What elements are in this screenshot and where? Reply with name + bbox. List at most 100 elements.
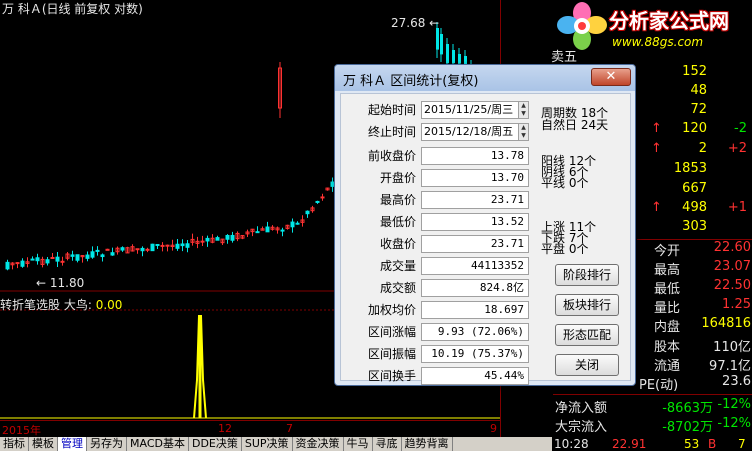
field-label: 开盘价	[379, 171, 416, 185]
tick-side: B	[708, 437, 717, 451]
spin-icon[interactable]: ▲ ▼	[518, 102, 528, 118]
candle-body	[215, 237, 220, 241]
stat-value: 164816	[701, 316, 751, 331]
flat-count: 平盘 0个	[541, 242, 589, 256]
field-label: 成交额	[379, 281, 416, 295]
field-label: 最高价	[379, 193, 416, 207]
candle-body	[185, 243, 190, 248]
stat-label: 今开	[654, 244, 681, 259]
field-value: 13.78	[421, 147, 529, 165]
tab-dde[interactable]: DDE决策	[189, 437, 242, 451]
tab-macd[interactable]: MACD基本	[127, 437, 189, 451]
site-logo: 分析家公式网 www.88gs.com	[552, 0, 752, 52]
tab-manage[interactable]: 管理	[58, 437, 87, 451]
candle-body	[265, 226, 270, 233]
field-label: 前收盘价	[367, 149, 416, 163]
axis-label-day-9: 9	[490, 422, 497, 435]
stat-value: 22.60	[713, 240, 751, 255]
field-value: 23.71	[421, 191, 529, 209]
orderbook-volume: 1853	[673, 161, 707, 176]
candle-body	[155, 243, 160, 246]
candle-body	[452, 50, 455, 64]
axis-label-day-7: 7	[286, 422, 293, 435]
candle-body	[290, 221, 295, 228]
tab-fund[interactable]: 资金决策	[293, 437, 344, 451]
candle-body	[85, 254, 90, 259]
flow-pct: -12%	[717, 397, 751, 412]
flow-label: 净流入额	[555, 401, 608, 416]
tick-volume: 53	[684, 437, 700, 451]
candle-body	[440, 34, 443, 55]
tab-indicator[interactable]: 指标	[0, 437, 29, 451]
end-date-picker[interactable]: 2015/12/18/周五 ▲ ▼	[421, 123, 529, 141]
start-date-picker[interactable]: 2015/11/25/周三 ▲ ▼	[421, 101, 529, 119]
candle-body	[45, 259, 50, 264]
indicator-name: 转折笔选股 大鸟:	[0, 298, 92, 312]
close-icon[interactable]: ✕	[591, 68, 631, 86]
time-axis: 2015年 12 7 9	[0, 420, 500, 437]
tab-save-as[interactable]: 另存为	[87, 437, 127, 451]
candle-body	[315, 200, 320, 203]
orderbook-volume: 667	[682, 181, 707, 196]
axis-label-year: 2015年	[2, 424, 41, 437]
end-date-value: 2015/12/18/周五	[424, 125, 514, 138]
candle-body	[90, 251, 95, 258]
candle-body	[180, 243, 185, 247]
candle-body	[100, 254, 105, 258]
pattern-match-button[interactable]: 形态匹配	[555, 324, 619, 346]
dialog-titlebar[interactable]: 万 科Ａ 区间统计(复权) ✕	[335, 65, 635, 91]
stat-value: 97.1亿	[709, 359, 751, 374]
candle-body	[135, 248, 140, 251]
candle-body	[55, 256, 60, 262]
field-label: 区间振幅	[367, 347, 416, 361]
candle-body	[205, 237, 210, 242]
field-value: 18.697	[421, 301, 529, 319]
flow-row: 净流入额 -8663万 -12%	[501, 397, 752, 416]
field-value: 13.70	[421, 169, 529, 187]
sector-rank-button[interactable]: 板块排行	[555, 294, 619, 316]
orderbook-volume: 120	[682, 121, 707, 136]
candle-body	[150, 243, 155, 252]
dialog-body: 起始时间 2015/11/25/周三 ▲ ▼ 终止时间 2015/12/18/周五 ▲…	[340, 93, 631, 385]
tab-sup[interactable]: SUP决策	[242, 437, 293, 451]
stat-value: 22.50	[713, 278, 751, 293]
flow-value: -8663万	[662, 401, 713, 416]
end-time-label: 终止时间	[367, 125, 416, 139]
field-label: 最低价	[379, 215, 416, 229]
tab-trend-divergence[interactable]: 趋势背离	[402, 437, 453, 451]
logo-url[interactable]: www.88gs.com	[612, 35, 703, 49]
stat-label: 量比	[654, 301, 681, 316]
field-value: 44113352	[421, 257, 529, 275]
stage-rank-button[interactable]: 阶段排行	[555, 264, 619, 286]
candle-body	[75, 254, 80, 261]
natural-days: 自然日 24天	[541, 118, 609, 132]
dialog-title: 万 科Ａ 区间统计(复权)	[343, 74, 479, 89]
stat-label: 最低	[654, 282, 681, 297]
flow-label: 大宗流入	[555, 420, 608, 435]
candle-body	[305, 210, 310, 215]
tick-extra: 7	[738, 437, 746, 451]
candle-body	[280, 229, 285, 232]
start-time-label: 起始时间	[367, 103, 416, 117]
logo-title: 分析家公式网	[609, 9, 729, 33]
flower-logo-icon	[557, 2, 607, 50]
stat-value: 23.07	[713, 259, 751, 274]
field-label: 收盘价	[379, 237, 416, 251]
orderbook-volume: 72	[690, 102, 707, 117]
candle-body	[320, 196, 325, 199]
spin-icon[interactable]: ▲ ▼	[518, 124, 528, 140]
indicator-title: 转折笔选股 大鸟: 0.00	[0, 296, 122, 313]
candle-body	[200, 240, 205, 243]
stat-value: 1.25	[722, 297, 751, 312]
field-value: 45.44%	[421, 367, 529, 385]
tab-niuma[interactable]: 牛马	[344, 437, 373, 451]
stat-label: PE(动)	[639, 378, 679, 393]
close-button[interactable]: 关闭	[555, 354, 619, 376]
tab-bottom[interactable]: 寻底	[373, 437, 402, 451]
candle-body	[255, 231, 260, 234]
candle-body	[295, 222, 300, 225]
stat-label: 流通	[654, 359, 681, 374]
tab-template[interactable]: 模板	[29, 437, 58, 451]
candle-body	[95, 249, 100, 252]
stat-label: 最高	[654, 263, 681, 278]
